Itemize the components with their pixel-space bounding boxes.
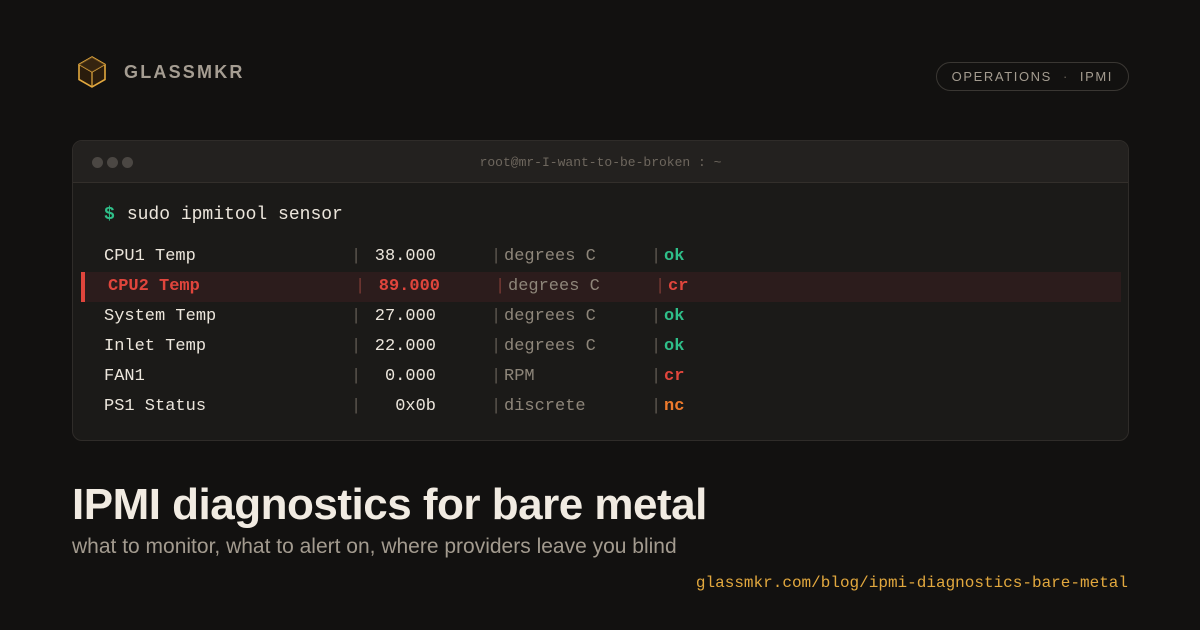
sensor-unit: RPM bbox=[504, 367, 535, 386]
sensor-name: FAN1 bbox=[104, 367, 145, 386]
terminal-title: root@mr-I-want-to-be-broken : ~ bbox=[479, 155, 722, 170]
hexagon-cube-icon bbox=[78, 56, 106, 88]
column-divider: | bbox=[491, 247, 502, 266]
sensor-value: 27.000 bbox=[374, 307, 436, 326]
column-divider: | bbox=[491, 337, 502, 356]
brand-name: GLASSMKR bbox=[124, 61, 245, 82]
sensor-value: 22.000 bbox=[374, 337, 436, 356]
column-divider: | bbox=[655, 277, 666, 296]
sensor-name: Inlet Temp bbox=[104, 337, 207, 356]
sensor-status: ok bbox=[664, 247, 685, 266]
column-divider: | bbox=[651, 397, 662, 416]
sensor-row: PS1 Status | 0x0b | discrete | nc bbox=[81, 392, 1121, 422]
sensor-unit: degrees C bbox=[504, 337, 596, 356]
terminal-window: root@mr-I-want-to-be-broken : ~ $ sudo ip… bbox=[72, 140, 1129, 441]
sensor-unit: degrees C bbox=[504, 247, 596, 266]
sensor-row: CPU1 Temp | 38.000 | degrees C | ok bbox=[81, 242, 1121, 272]
brand[interactable]: GLASSMKR bbox=[76, 55, 245, 89]
sensor-table: CPU1 Temp | 38.000 | degrees C | ok CPU2 Temp | 8… bbox=[81, 242, 1121, 422]
sensor-row: FAN1 | 0.000 | RPM | cr bbox=[81, 362, 1121, 392]
terminal-titlebar: root@mr-I-want-to-be-broken : ~ bbox=[73, 141, 1128, 183]
sensor-status: nc bbox=[664, 397, 685, 416]
sensor-name: System Temp bbox=[104, 307, 217, 326]
article-url[interactable]: glassmkr.com/blog/ipmi-diagnostics-bare-… bbox=[696, 574, 1128, 592]
column-divider: | bbox=[491, 307, 502, 326]
sensor-status: cr bbox=[664, 367, 685, 386]
sensor-row: Inlet Temp | 22.000 | degrees C | ok bbox=[81, 332, 1121, 362]
sensor-row: System Temp | 27.000 | degrees C | ok bbox=[81, 302, 1121, 332]
command-line: $ sudo ipmitool sensor bbox=[104, 205, 343, 225]
tag-separator: · bbox=[1062, 69, 1069, 84]
sensor-unit: degrees C bbox=[508, 277, 600, 296]
sensor-status: ok bbox=[664, 307, 685, 326]
sensor-name: CPU2 Temp bbox=[108, 277, 200, 296]
page-subtitle: what to monitor, what to alert on, where… bbox=[72, 535, 677, 558]
tag-category: OPERATIONS bbox=[951, 69, 1052, 84]
sensor-value: 0x0b bbox=[395, 397, 436, 416]
category-tag[interactable]: OPERATIONS · IPMI bbox=[935, 62, 1129, 91]
column-divider: | bbox=[651, 337, 662, 356]
page-title: IPMI diagnostics for bare metal bbox=[72, 480, 707, 529]
sensor-value: 38.000 bbox=[374, 247, 436, 266]
sensor-value: 0.000 bbox=[384, 367, 436, 386]
column-divider: | bbox=[495, 277, 506, 296]
column-divider: | bbox=[651, 307, 662, 326]
sensor-name: CPU1 Temp bbox=[104, 247, 196, 266]
column-divider: | bbox=[651, 247, 662, 266]
column-divider: | bbox=[491, 367, 502, 386]
sensor-unit: discrete bbox=[504, 397, 586, 416]
column-divider: | bbox=[651, 367, 662, 386]
sensor-unit: degrees C bbox=[504, 307, 596, 326]
column-divider: | bbox=[491, 397, 502, 416]
sensor-status: cr bbox=[668, 277, 689, 296]
sensor-status: ok bbox=[664, 337, 685, 356]
tag-topic: IPMI bbox=[1079, 69, 1113, 84]
sensor-value: 89.000 bbox=[378, 277, 440, 296]
sensor-name: PS1 Status bbox=[104, 397, 207, 416]
prompt-symbol: $ bbox=[104, 205, 115, 225]
sensor-row: CPU2 Temp | 89.000 | degrees C | cr bbox=[81, 272, 1121, 302]
command-text: sudo ipmitool sensor bbox=[126, 205, 343, 225]
